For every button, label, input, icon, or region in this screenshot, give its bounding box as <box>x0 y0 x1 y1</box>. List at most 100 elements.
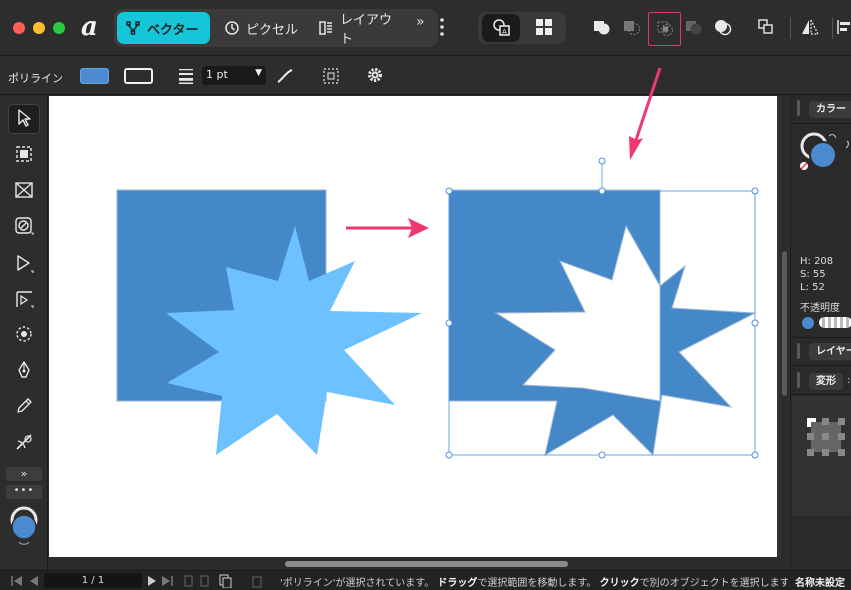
flip-horizontal-button[interactable] <box>794 13 826 43</box>
arrange-icon <box>756 17 776 40</box>
place-image-tool[interactable] <box>8 176 40 206</box>
tools-more-button[interactable]: ••• <box>6 485 42 499</box>
toolbar-divider <box>832 17 833 39</box>
panel-divider <box>791 394 851 395</box>
stroke-width-dropdown[interactable]: 1 pt ▼ <box>202 66 266 85</box>
layers-panel-tab[interactable]: レイヤー <box>809 343 851 360</box>
shape-builder-tool[interactable] <box>8 320 40 350</box>
persona-vector-button[interactable]: ベクター <box>117 12 210 44</box>
canvas-area <box>49 96 790 570</box>
current-tool-label: ポリライン <box>8 72 63 85</box>
trash-icon[interactable] <box>250 574 264 588</box>
arrange-button[interactable] <box>750 13 782 43</box>
artboard-tool[interactable] <box>8 140 40 170</box>
artboard-icon <box>14 144 34 167</box>
layout-persona-icon <box>318 20 334 36</box>
symbol-tool[interactable] <box>8 212 40 242</box>
more-vertical-icon[interactable] <box>440 16 444 38</box>
stroke-weight-icon[interactable] <box>178 67 194 88</box>
lightness-value: L: 52 <box>800 282 825 293</box>
context-toolbar: ポリライン 1 pt ▼ <box>0 57 851 95</box>
brush-icon <box>14 432 34 455</box>
status-drag-key: ドラッグ <box>437 578 478 589</box>
boolean-xor-icon <box>683 17 703 40</box>
next-page-icon[interactable] <box>146 575 178 587</box>
persona-layout-button[interactable]: レイアウト <box>310 12 410 47</box>
move-tool-icon <box>15 108 33 131</box>
transform-panel-tab[interactable]: 変形 <box>809 373 843 390</box>
persona-switcher: ベクター ピクセル レイアウト <box>114 9 438 47</box>
horizontal-scroll-thumb[interactable] <box>285 561 568 567</box>
opacity-slider[interactable] <box>819 317 851 328</box>
up-arrow-annotation <box>629 67 662 160</box>
node-tool[interactable] <box>8 250 40 280</box>
window-zoom-button[interactable] <box>53 22 65 34</box>
studio-panel: カラー H: 208 S: 55 L: 52 不透明度 レイヤー 変形 : <box>790 96 851 570</box>
boolean-divide-icon <box>713 17 733 40</box>
horizontal-scrollbar[interactable] <box>49 557 781 570</box>
vector-persona-icon <box>125 20 141 36</box>
vector-brush-tool[interactable] <box>8 428 40 458</box>
vertical-scroll-thumb[interactable] <box>782 251 787 396</box>
result-shape[interactable] <box>448 189 757 457</box>
main-toolbar: a ベクター ピクセル レイアウト » A <box>0 0 851 56</box>
opacity-label: 不透明度 <box>800 303 840 314</box>
tools-panel: » ••• <box>0 96 48 570</box>
align-button[interactable] <box>836 13 851 43</box>
double-chevron-right-icon[interactable]: » <box>416 14 425 30</box>
toolbar-divider <box>790 17 791 39</box>
persona-pixel-label: ピクセル <box>246 22 299 38</box>
panel-grip[interactable] <box>797 372 800 388</box>
move-tool[interactable] <box>8 104 40 134</box>
node-tool-icon <box>14 254 34 277</box>
panel-grip[interactable] <box>797 100 800 116</box>
tools-expand-button[interactable]: » <box>6 467 42 481</box>
color-panel-tab[interactable]: カラー <box>809 101 851 118</box>
svg-text:A: A <box>502 28 507 36</box>
snapping-grid-button[interactable] <box>528 13 560 43</box>
status-click-text: で別のオブジェクトを選択します <box>639 578 788 589</box>
pencil-icon <box>14 396 34 419</box>
panel-grip[interactable] <box>797 343 800 359</box>
pixel-persona-icon <box>224 20 240 36</box>
pressure-curve-icon[interactable] <box>276 68 294 87</box>
vertical-scrollbar[interactable] <box>781 96 789 570</box>
app-logo-icon[interactable]: a <box>81 14 103 42</box>
fill-color-swatch[interactable] <box>80 68 109 84</box>
shape-builder-icon <box>14 324 34 347</box>
window-close-button[interactable] <box>13 22 25 34</box>
align-icon <box>836 17 851 40</box>
boolean-add-button[interactable] <box>586 13 618 43</box>
gear-icon[interactable] <box>366 66 384 87</box>
stroke-color-swatch[interactable] <box>124 68 153 84</box>
status-drag-text: で選択範囲を移動します。 <box>477 578 597 589</box>
boolean-subtract-button[interactable] <box>616 13 648 43</box>
boolean-intersect-icon <box>655 18 675 41</box>
color-fill-stroke-widget[interactable] <box>799 130 849 172</box>
boolean-xor-button[interactable] <box>677 13 709 43</box>
corner-tool[interactable] <box>8 285 40 315</box>
boolean-divide-button[interactable] <box>707 13 739 43</box>
first-page-icon[interactable] <box>10 575 42 587</box>
status-selection-text: 'ポリライン'が選択されています。 <box>280 578 435 589</box>
panel-divider <box>791 123 851 124</box>
pencil-tool[interactable] <box>8 392 40 422</box>
fill-stroke-widget[interactable] <box>9 504 39 548</box>
persona-pixel-button[interactable]: ピクセル <box>216 12 306 44</box>
view-mode-button[interactable]: A <box>482 14 520 42</box>
persona-layout-label: レイアウト <box>340 13 393 47</box>
pen-tool[interactable] <box>8 356 40 386</box>
anchor-grid-icon[interactable] <box>807 418 847 458</box>
persona-vector-label: ベクター <box>147 22 199 38</box>
window-minimize-button[interactable] <box>33 22 45 34</box>
page-counter[interactable]: 1 / 1 <box>44 573 142 588</box>
stroke-width-value: 1 pt <box>206 68 228 81</box>
page-actions-icon[interactable] <box>184 574 234 588</box>
corner-tool-icon <box>14 289 34 312</box>
grid-icon <box>535 18 553 39</box>
status-click-key: クリック <box>599 578 640 589</box>
saturation-value: S: 55 <box>800 269 826 280</box>
status-message: 'ポリライン'が選択されています。 ドラッグで選択範囲を移動します。 クリックで… <box>280 574 788 589</box>
image-frame-icon <box>14 180 34 203</box>
selection-box-icon[interactable] <box>322 67 340 88</box>
